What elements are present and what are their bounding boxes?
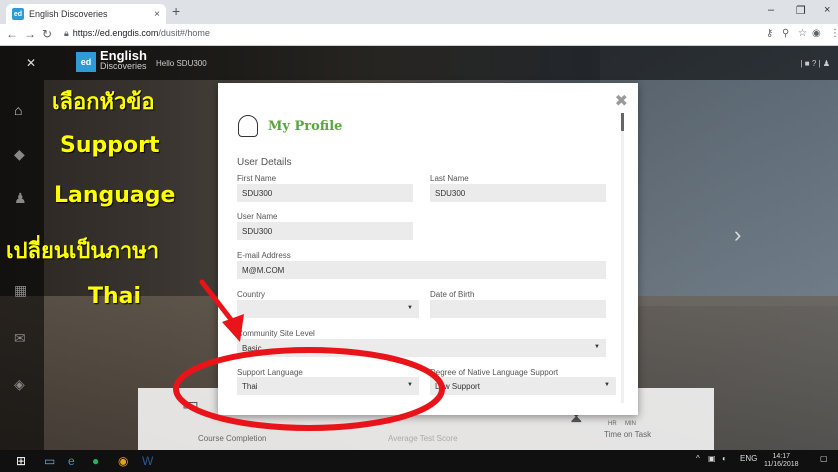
windows-taskbar: ⊞ ▭ e ● ◉ W ^ ▣ ◐ ENG 14:17 11/16/2018 ▢ (0, 450, 838, 472)
system-clock[interactable]: 14:17 11/16/2018 (764, 453, 799, 469)
chrome-icon[interactable]: ◉ (118, 454, 128, 468)
volume-icon[interactable]: ◐ (722, 454, 727, 463)
red-pointer-arrow (199, 279, 244, 342)
input-language[interactable]: ENG (740, 454, 757, 463)
notification-icon[interactable]: ▢ (820, 454, 828, 463)
chat-app-icon[interactable]: ● (92, 454, 99, 468)
annotation-overlay (173, 279, 445, 431)
edge-browser-icon[interactable]: e (68, 454, 75, 468)
tray-up-icon[interactable]: ^ (696, 454, 700, 463)
taskview-icon[interactable]: ▭ (44, 454, 55, 468)
word-icon[interactable]: W (142, 454, 153, 468)
clock-time: 14:17 (772, 453, 791, 460)
clock-date: 11/16/2018 (764, 461, 799, 468)
highlight-ring (173, 347, 445, 431)
network-icon[interactable]: ▣ (708, 454, 716, 463)
windows-start-icon[interactable]: ⊞ (16, 454, 26, 468)
